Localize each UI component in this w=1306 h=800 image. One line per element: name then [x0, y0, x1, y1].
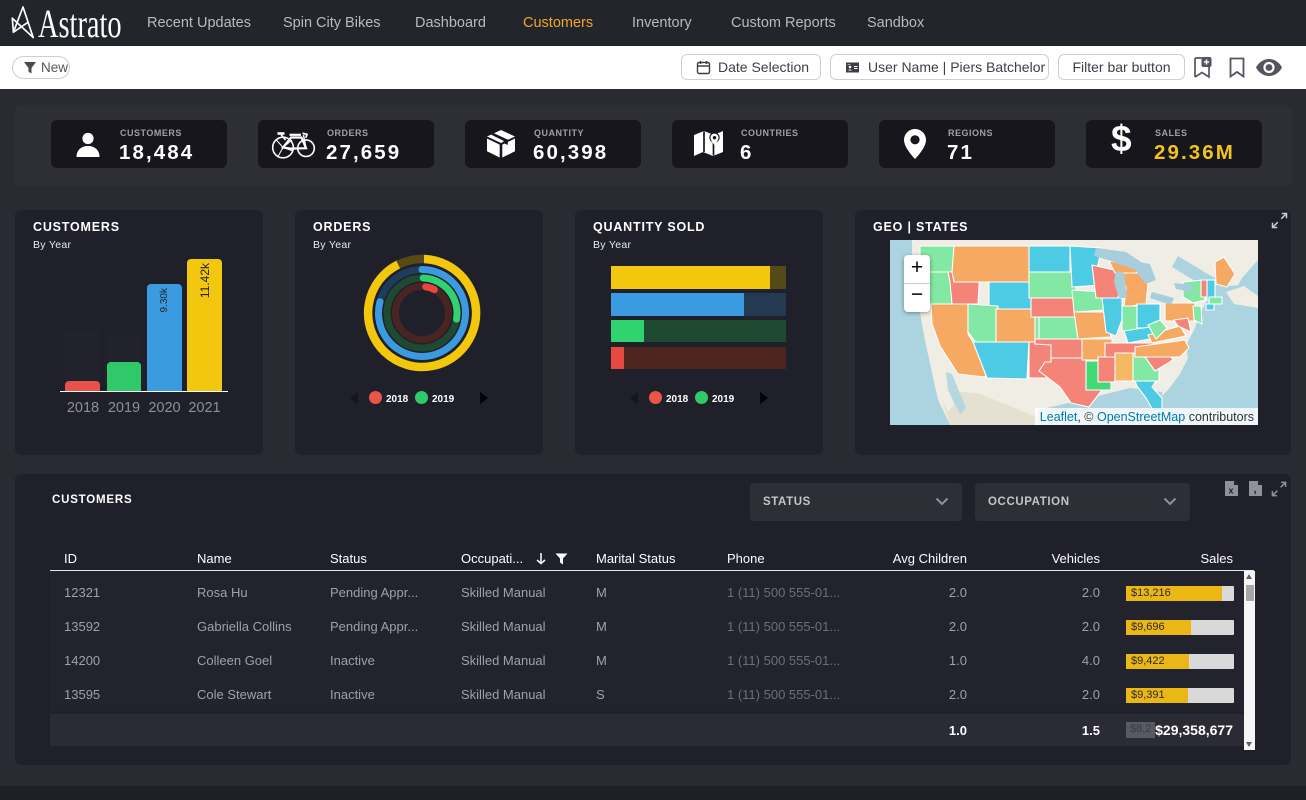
svg-text:,: , — [1253, 484, 1256, 496]
svg-text:x: x — [1228, 486, 1233, 496]
svg-text:Leaflet, © OpenStreetMap contr: Leaflet, © OpenStreetMap contributors — [1040, 410, 1254, 424]
